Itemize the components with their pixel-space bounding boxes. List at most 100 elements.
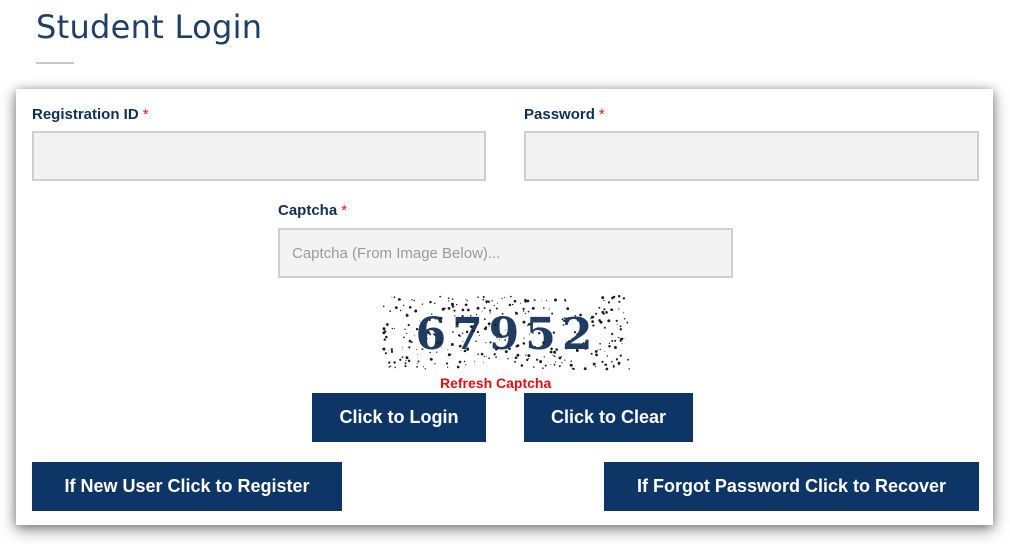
captcha-noise-dot [617, 336, 619, 338]
captcha-noise-dot [390, 348, 393, 351]
captcha-noise-dot [522, 320, 526, 324]
captcha-noise-dot [623, 318, 626, 320]
captcha-noise-dot [605, 367, 609, 371]
captcha-noise-dot [440, 317, 443, 319]
captcha-noise-dot [405, 314, 409, 317]
captcha-noise-dot [562, 324, 565, 326]
captcha-noise-dot [612, 364, 615, 366]
captcha-noise-dot [533, 366, 535, 368]
captcha-noise-dot [476, 306, 480, 310]
captcha-noise-dot [502, 313, 504, 315]
captcha-noise-dot [526, 299, 530, 303]
captcha-noise-dot [469, 325, 471, 327]
captcha-noise-dot [619, 328, 622, 331]
captcha-noise-dot [608, 342, 611, 345]
captcha-noise-dot [558, 365, 561, 368]
captcha-noise-dot [615, 319, 618, 322]
captcha-noise-dot [611, 340, 614, 342]
captcha-noise-dot [535, 358, 539, 361]
captcha-noise-dot [405, 356, 409, 360]
captcha-noise-dot [482, 361, 484, 363]
captcha-noise-dot [394, 306, 398, 310]
captcha-noise-dot [408, 346, 411, 349]
captcha-noise-dot [611, 360, 613, 363]
captcha-noise-dot [622, 297, 626, 300]
captcha-noise-dot [623, 312, 625, 314]
registration-id-label: Registration ID * [32, 106, 149, 123]
captcha-noise-dot [568, 340, 571, 343]
title-divider [36, 62, 74, 64]
captcha-noise-dot [553, 363, 556, 366]
captcha-noise-dot [574, 314, 577, 317]
captcha-noise-dot [382, 327, 386, 331]
captcha-noise-dot [493, 304, 495, 307]
captcha-noise-dot [545, 299, 548, 301]
captcha-noise-dot [569, 363, 573, 367]
captcha-noise-dot [511, 303, 514, 306]
captcha-noise-dot [474, 325, 476, 327]
captcha-noise-dot [541, 300, 543, 302]
captcha-noise-dot [528, 322, 531, 326]
captcha-noise-dot [472, 329, 475, 333]
captcha-noise-dot [480, 352, 484, 356]
captcha-noise-dot [391, 296, 393, 298]
captcha-noise-dot [500, 333, 502, 336]
captcha-noise-dot [407, 359, 411, 363]
refresh-captcha-link[interactable]: Refresh Captcha [440, 375, 551, 391]
captcha-noise-dot [416, 366, 418, 368]
captcha-noise-dot [464, 303, 468, 307]
captcha-noise-dot [384, 352, 387, 355]
captcha-noise-dot [388, 361, 391, 364]
captcha-noise-dot [465, 298, 467, 300]
captcha-noise-dot [614, 339, 617, 342]
captcha-noise-dot [408, 305, 412, 309]
captcha-noise-dot [599, 342, 601, 345]
captcha-noise-dot [482, 298, 485, 301]
captcha-noise-dot [390, 350, 394, 353]
captcha-noise-dot [533, 299, 536, 302]
captcha-noise-dot [465, 364, 467, 366]
captcha-noise-dot [482, 295, 485, 298]
captcha-noise-dot [564, 359, 566, 361]
captcha-noise-dot [496, 324, 499, 326]
captcha-noise-dot [508, 347, 511, 350]
captcha-noise-dot [389, 365, 392, 367]
captcha-noise-dot [504, 350, 508, 354]
captcha-noise-dot [537, 326, 539, 328]
register-button[interactable]: If New User Click to Register [32, 462, 342, 511]
captcha-noise-dot [456, 321, 460, 325]
captcha-noise-dot [393, 296, 396, 299]
captcha-noise-dot [493, 323, 497, 327]
captcha-noise-dot [603, 326, 606, 329]
login-button[interactable]: Click to Login [312, 393, 486, 442]
captcha-noise-dot [443, 307, 446, 310]
captcha-noise-dot [459, 335, 461, 337]
captcha-noise-dot [514, 331, 517, 334]
captcha-noise-dot [496, 302, 499, 304]
password-input[interactable] [524, 131, 979, 181]
captcha-noise-dot [429, 300, 432, 304]
captcha-noise-dot [408, 339, 412, 343]
captcha-noise-dot [496, 337, 498, 339]
captcha-noise-dot [405, 360, 407, 362]
registration-id-input[interactable] [32, 131, 486, 181]
captcha-input[interactable] [278, 228, 733, 278]
captcha-noise-dot [451, 305, 455, 308]
captcha-noise-dot [626, 321, 629, 324]
captcha-noise-dot [485, 300, 488, 303]
captcha-noise-dot [617, 295, 621, 298]
captcha-noise-dot [581, 331, 583, 333]
captcha-noise-dot [542, 367, 544, 369]
captcha-noise-dot [445, 362, 449, 365]
captcha-noise-dot [604, 350, 606, 352]
captcha-noise-dot [394, 366, 396, 369]
captcha-noise-dot [605, 310, 608, 313]
captcha-noise-dot [514, 356, 518, 360]
captcha-noise-dot [382, 347, 384, 350]
captcha-noise-dot [436, 341, 440, 344]
captcha-noise-dot [458, 360, 462, 364]
clear-button[interactable]: Click to Clear [524, 393, 693, 442]
recover-password-button[interactable]: If Forgot Password Click to Recover [604, 462, 979, 511]
captcha-noise-dot [466, 308, 470, 312]
captcha-noise-dot [598, 306, 601, 309]
